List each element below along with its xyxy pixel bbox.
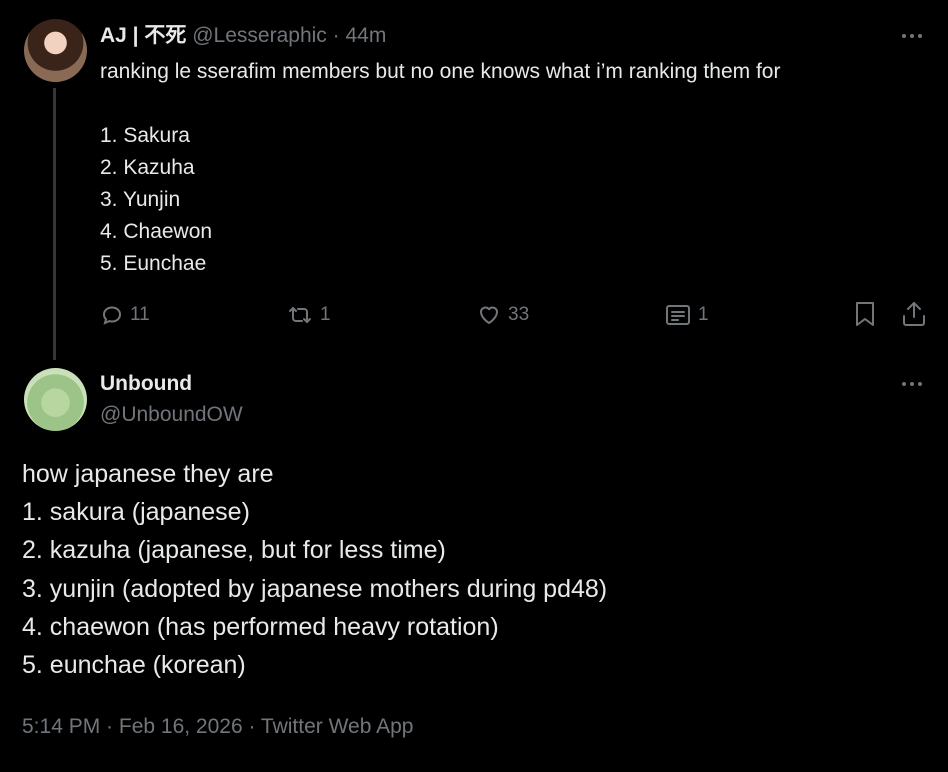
thread-connector-line (53, 88, 56, 360)
more-dots-icon (898, 22, 930, 38)
retweet-icon (286, 303, 314, 327)
more-options-button[interactable] (898, 370, 930, 396)
views-count: 1 (698, 304, 709, 325)
tweet-line: 4. chaewon (has performed heavy rotation… (22, 612, 499, 641)
tweet-line: how japanese they are (22, 460, 274, 488)
separator-dot: · (332, 24, 340, 47)
tweet-text: ranking le sserafim members but no one k… (100, 56, 780, 280)
bookmark-icon[interactable] (852, 300, 878, 328)
like-count: 33 (508, 304, 530, 325)
analytics-icon (664, 303, 692, 327)
reply-count: 11 (130, 304, 150, 325)
user-handle[interactable]: @Lesseraphic (192, 24, 327, 47)
tweet-line: 2. kazuha (japanese, but for less time) (22, 536, 446, 565)
user-handle[interactable]: @UnboundOW (100, 400, 243, 430)
tweet-text: how japanese they are 1. sakura (japanes… (22, 455, 607, 684)
like-button[interactable]: 33 (476, 298, 529, 332)
tweet-line: 4. Chaewon (100, 220, 213, 243)
quoted-reply-tweet: AJ | 不死 @Lesseraphic · 44m ranking le ss… (0, 0, 948, 360)
tweet-line: 2. Kazuha (100, 156, 195, 179)
more-options-button[interactable] (898, 22, 930, 48)
tweet-line: 5. eunchae (korean) (22, 651, 246, 680)
tweet-line: 3. Yunjin (100, 188, 181, 211)
user-avatar[interactable] (24, 368, 87, 431)
reply-icon (100, 303, 124, 327)
retweet-button[interactable]: 1 (286, 298, 331, 332)
heart-icon (476, 303, 502, 327)
retweet-count: 1 (320, 304, 331, 325)
views-button[interactable]: 1 (664, 298, 709, 332)
tweet-line: 1. Sakura (100, 124, 190, 147)
reply-button[interactable]: 11 (100, 298, 150, 332)
user-avatar[interactable] (24, 19, 87, 82)
tweet-line: ranking le sserafim members but no one k… (100, 60, 781, 83)
display-name[interactable]: Unbound (100, 372, 192, 395)
tweet-meta[interactable]: 5:14 PM · Feb 16, 2026 · Twitter Web App (22, 712, 413, 742)
tweet-line: 1. sakura (japanese) (22, 498, 250, 527)
tweet-line: 5. Eunchae (100, 252, 207, 275)
display-name[interactable]: AJ | 不死 (100, 24, 186, 47)
tweet-header: Unbound (100, 369, 192, 399)
tweet-header: AJ | 不死 @Lesseraphic · 44m (100, 21, 386, 51)
share-icon[interactable] (900, 300, 928, 328)
tweet-line: 3. yunjin (adopted by japanese mothers d… (22, 574, 608, 603)
post-time[interactable]: 44m (345, 24, 386, 47)
more-dots-icon (898, 370, 930, 386)
